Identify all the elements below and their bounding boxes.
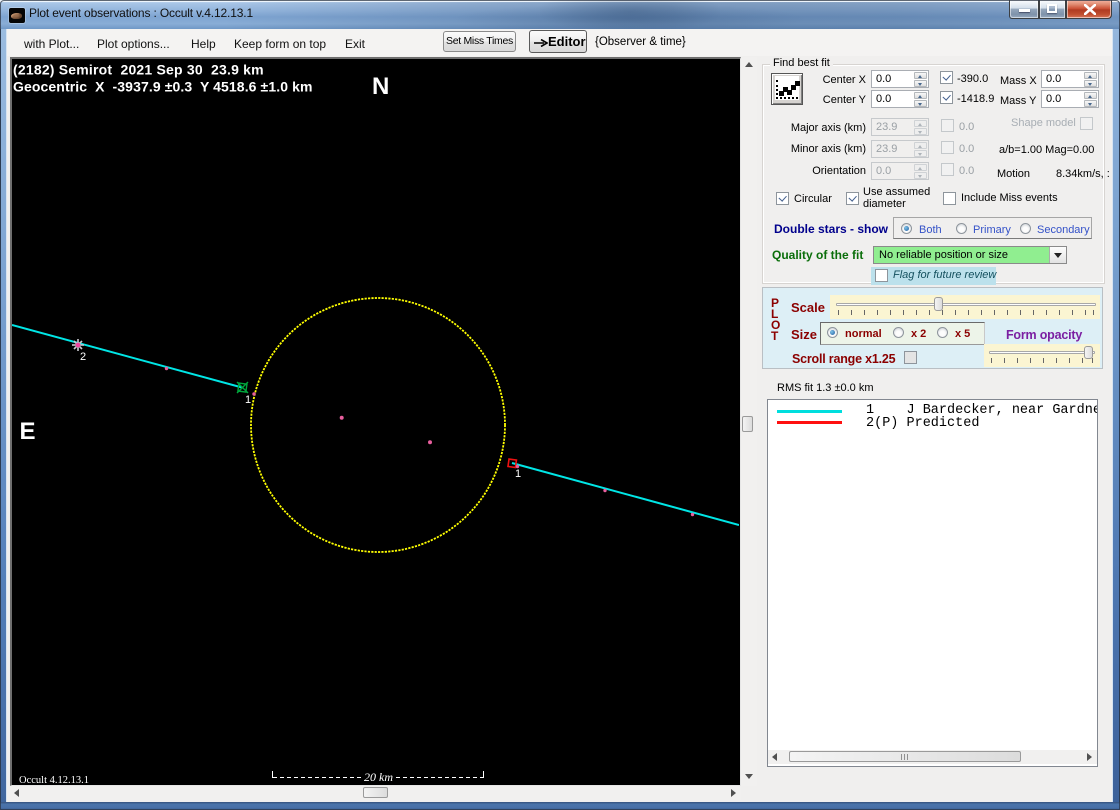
- svg-text:Occult 4.12.13.1: Occult 4.12.13.1: [19, 775, 89, 784]
- svg-text:20 km: 20 km: [364, 770, 393, 784]
- svg-text:(2182) Semirot 2021 Sep 30 2: (2182) Semirot 2021 Sep 30 23.9 km: [13, 62, 264, 78]
- svg-text:N: N: [372, 73, 389, 100]
- svg-text:Geocentric X -3937.9 ±0.3 Y: Geocentric X -3937.9 ±0.3 Y 4518.6 ±1.0 …: [13, 79, 313, 95]
- svg-text:1: 1: [245, 394, 251, 406]
- svg-text:E: E: [20, 418, 36, 445]
- svg-text:2: 2: [80, 351, 86, 363]
- svg-text:1: 1: [515, 468, 521, 480]
